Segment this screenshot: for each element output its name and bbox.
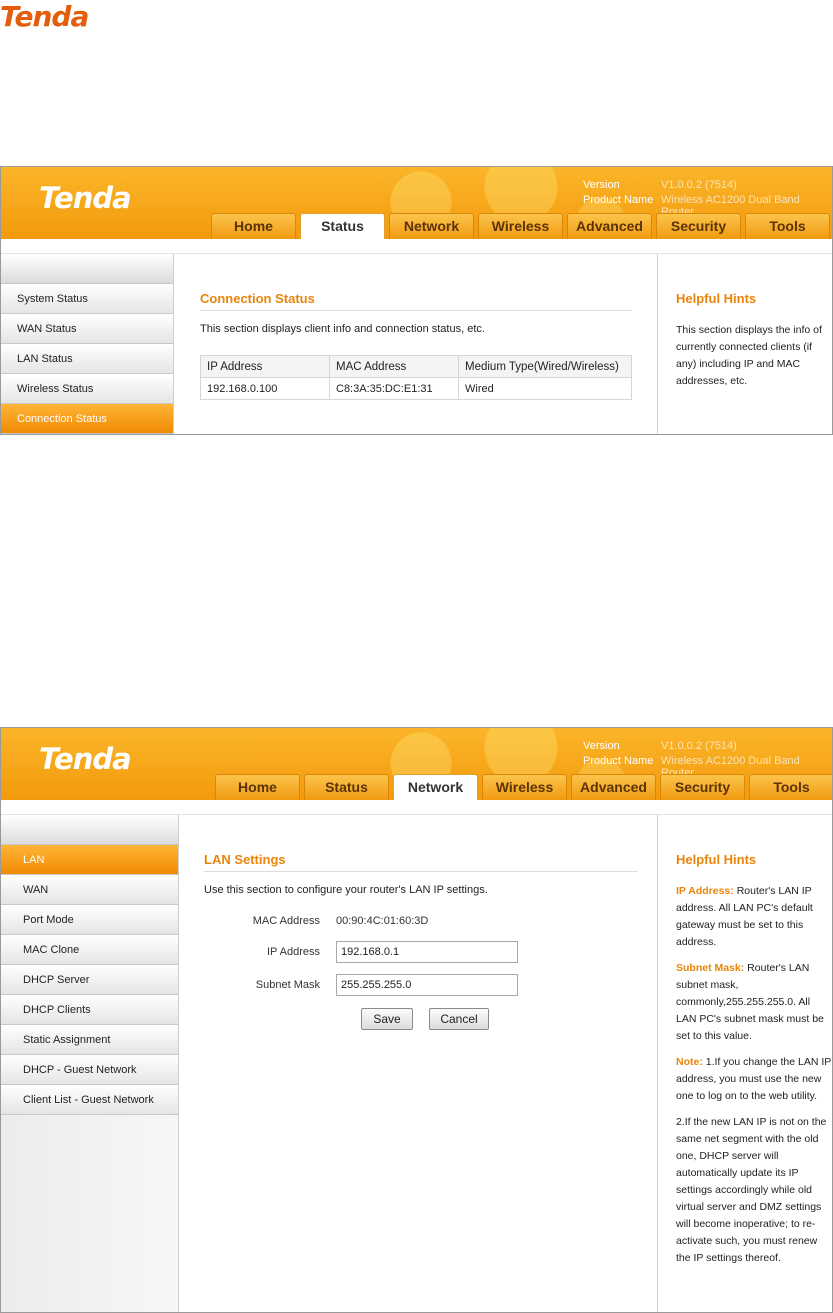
title-divider — [200, 310, 632, 311]
sidebar-item-lan-status[interactable]: LAN Status — [1, 344, 173, 374]
tab-security[interactable]: Security — [660, 774, 745, 800]
column-header-medium: Medium Type(Wired/Wireless) — [458, 355, 632, 378]
version-value: V1.0.0.2 (7514) — [661, 179, 737, 191]
hint-subnet-mask: Subnet Mask: Router's LAN subnet mask, c… — [676, 962, 824, 1042]
main-nav-tabs: Home Status Network Wireless Advanced Se… — [211, 213, 832, 241]
sidebar-item-client-list-guest-network[interactable]: Client List - Guest Network — [1, 1085, 178, 1115]
main-nav-tabs: Home Status Network Wireless Advanced Se… — [215, 774, 832, 802]
table-row: 192.168.0.100 C8:3A:35:DC:E1:31 Wired — [200, 377, 632, 400]
mac-address-label: MAC Address — [252, 915, 320, 927]
tab-home[interactable]: Home — [211, 213, 296, 239]
column-header-mac: MAC Address — [329, 355, 459, 378]
tab-tools[interactable]: Tools — [745, 213, 830, 239]
header-strip — [1, 800, 832, 815]
sidebar-item-lan[interactable]: LAN — [1, 845, 178, 875]
main-content: LAN Settings Use this section to configu… — [180, 815, 657, 1312]
cell-medium: Wired — [458, 377, 632, 400]
product-name-label: Product Name — [583, 755, 654, 767]
tab-security[interactable]: Security — [656, 213, 741, 239]
hints-panel: Helpful Hints This section displays the … — [657, 254, 832, 434]
subnet-mask-input[interactable] — [336, 974, 518, 996]
page-description: This section displays client info and co… — [200, 323, 485, 335]
title-divider — [204, 871, 638, 872]
ip-address-input[interactable] — [336, 941, 518, 963]
page-description: Use this section to configure your route… — [204, 884, 488, 896]
hints-title: Helpful Hints — [676, 291, 757, 306]
cell-ip: 192.168.0.100 — [200, 377, 330, 400]
mac-address-value: 00:90:4C:01:60:3D — [336, 915, 429, 927]
column-header-ip: IP Address — [200, 355, 330, 378]
hints-text: This section displays the info of curren… — [676, 324, 822, 387]
product-name-label: Product Name — [583, 194, 654, 206]
screenshot-lan-settings: Tenda Version V1.0.0.2 (7514) Product Na… — [0, 727, 833, 1313]
sidebar-item-wireless-status[interactable]: Wireless Status — [1, 374, 173, 404]
router-header: Tenda Version V1.0.0.2 (7514) Product Na… — [1, 167, 832, 241]
sidebar-item-dhcp-clients[interactable]: DHCP Clients — [1, 995, 178, 1025]
version-value: V1.0.0.2 (7514) — [661, 740, 737, 752]
sidebar-item-system-status[interactable]: System Status — [1, 284, 173, 314]
hint-note-2: 2.If the new LAN IP is not on the same n… — [676, 1116, 827, 1264]
header-strip — [1, 239, 832, 254]
sidebar-item-mac-clone[interactable]: MAC Clone — [1, 935, 178, 965]
version-label: Version — [583, 179, 620, 191]
hint-note: Note: 1.If you change the LAN IP address… — [676, 1056, 832, 1102]
table-header-row: IP Address MAC Address Medium Type(Wired… — [200, 355, 632, 378]
hints-panel: Helpful Hints IP Address: Router's LAN I… — [657, 815, 832, 1312]
tab-advanced[interactable]: Advanced — [567, 213, 652, 239]
sidebar-cap — [1, 254, 173, 284]
sidebar-item-dhcp-guest-network[interactable]: DHCP - Guest Network — [1, 1055, 178, 1085]
sidebar: LAN WAN Port Mode MAC Clone DHCP Server … — [1, 815, 179, 1312]
sidebar: System Status WAN Status LAN Status Wire… — [1, 254, 174, 434]
sidebar-item-connection-status[interactable]: Connection Status — [1, 404, 173, 434]
tab-status[interactable]: Status — [300, 213, 385, 241]
hints-body: IP Address: Router's LAN IP address. All… — [676, 883, 832, 1276]
tab-network[interactable]: Network — [389, 213, 474, 239]
version-label: Version — [583, 740, 620, 752]
sidebar-item-static-assignment[interactable]: Static Assignment — [1, 1025, 178, 1055]
sidebar-item-port-mode[interactable]: Port Mode — [1, 905, 178, 935]
hint-ip-address: IP Address: Router's LAN IP address. All… — [676, 885, 813, 948]
cell-mac: C8:3A:35:DC:E1:31 — [329, 377, 459, 400]
tab-network[interactable]: Network — [393, 774, 478, 802]
connection-table: IP Address MAC Address Medium Type(Wired… — [200, 355, 632, 400]
save-button[interactable]: Save — [361, 1008, 413, 1030]
sidebar-item-wan[interactable]: WAN — [1, 875, 178, 905]
tab-tools[interactable]: Tools — [749, 774, 832, 800]
document-tenda-logo: Tenda — [0, 0, 89, 33]
tab-wireless[interactable]: Wireless — [482, 774, 567, 800]
sidebar-item-wan-status[interactable]: WAN Status — [1, 314, 173, 344]
subnet-mask-label: Subnet Mask — [255, 979, 320, 991]
sidebar-cap — [1, 815, 178, 845]
ip-address-label: IP Address — [267, 946, 320, 958]
tab-status[interactable]: Status — [304, 774, 389, 800]
tab-advanced[interactable]: Advanced — [571, 774, 656, 800]
tab-home[interactable]: Home — [215, 774, 300, 800]
page-title: LAN Settings — [204, 852, 286, 867]
page-title: Connection Status — [200, 291, 315, 306]
tab-wireless[interactable]: Wireless — [478, 213, 563, 239]
sidebar-item-dhcp-server[interactable]: DHCP Server — [1, 965, 178, 995]
main-content: Connection Status This section displays … — [175, 254, 657, 434]
tenda-logo: Tenda — [39, 181, 132, 215]
screenshot-connection-status: Tenda Version V1.0.0.2 (7514) Product Na… — [0, 166, 833, 435]
hints-title: Helpful Hints — [676, 852, 757, 867]
tenda-logo: Tenda — [39, 742, 132, 776]
router-header: Tenda Version V1.0.0.2 (7514) Product Na… — [1, 728, 832, 802]
cancel-button[interactable]: Cancel — [429, 1008, 489, 1030]
